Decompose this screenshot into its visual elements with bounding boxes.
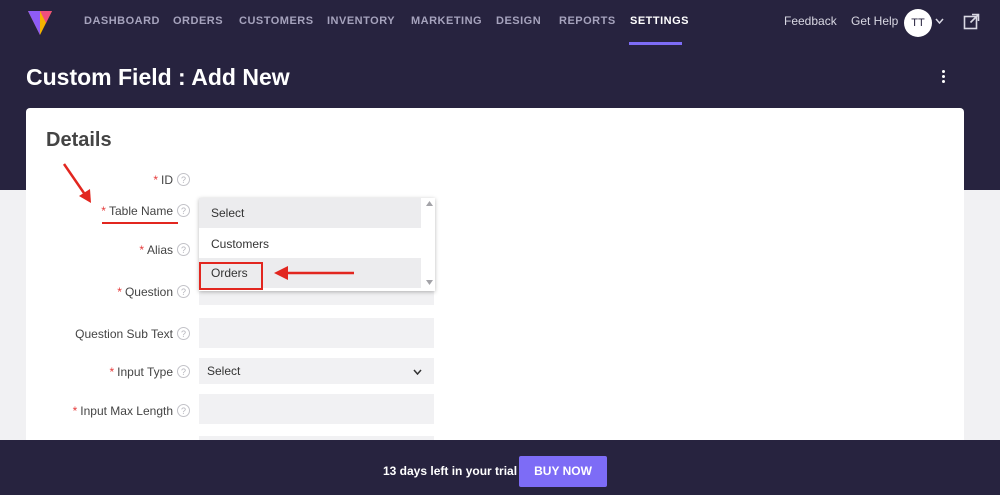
nav-design[interactable]: DESIGN [496,15,541,27]
question-sub-text-input[interactable] [199,318,434,348]
chevron-down-icon [413,369,422,375]
input-type-label: * Input Type [109,365,174,379]
alias-label: * Alias [139,243,173,257]
section-title: Details [46,129,112,151]
feedback-link[interactable]: Feedback [784,14,837,28]
nav-settings[interactable]: SETTINGS [630,15,689,27]
details-card [26,108,964,448]
help-icon[interactable]: ? [177,285,190,298]
scroll-down-icon[interactable] [426,280,433,285]
input-type-select[interactable]: Select [199,358,434,384]
input-max-length-label: * Input Max Length [72,404,173,418]
get-help-link[interactable]: Get Help [851,14,898,28]
help-icon[interactable]: ? [177,204,190,217]
table-name-label: * Table Name [101,204,173,218]
input-max-length-input[interactable] [199,394,434,424]
help-icon[interactable]: ? [177,173,190,186]
help-icon[interactable]: ? [177,327,190,340]
question-sub-text-label: Question Sub Text [75,327,173,341]
nav-inventory[interactable]: INVENTORY [327,15,395,27]
nav-orders[interactable]: ORDERS [173,15,223,27]
dropdown-option-customers[interactable]: Customers [199,229,421,259]
buy-now-button[interactable]: BUY NOW [519,456,607,487]
question-label: * Question [117,285,173,299]
brand-logo-icon[interactable] [26,7,54,37]
annotation-highlight-box [199,262,263,290]
user-avatar[interactable]: TT [904,9,932,37]
nav-reports[interactable]: REPORTS [559,15,616,27]
nav-dashboard[interactable]: DASHBOARD [84,15,160,27]
more-options-icon[interactable] [937,68,949,86]
help-icon[interactable]: ? [177,404,190,417]
page-title: Custom Field : Add New [26,64,290,90]
annotation-underline [102,222,178,224]
nav-customers[interactable]: CUSTOMERS [239,15,314,27]
help-icon[interactable]: ? [177,365,190,378]
id-label: * ID [153,173,173,187]
active-tab-indicator [629,42,682,45]
nav-marketing[interactable]: MARKETING [411,15,482,27]
external-link-icon[interactable] [963,13,980,30]
chevron-down-icon[interactable] [935,18,944,24]
help-icon[interactable]: ? [177,243,190,256]
dropdown-option-select[interactable]: Select [199,198,421,228]
scroll-up-icon[interactable] [426,201,433,206]
trial-text: 13 days left in your trial [383,464,518,478]
